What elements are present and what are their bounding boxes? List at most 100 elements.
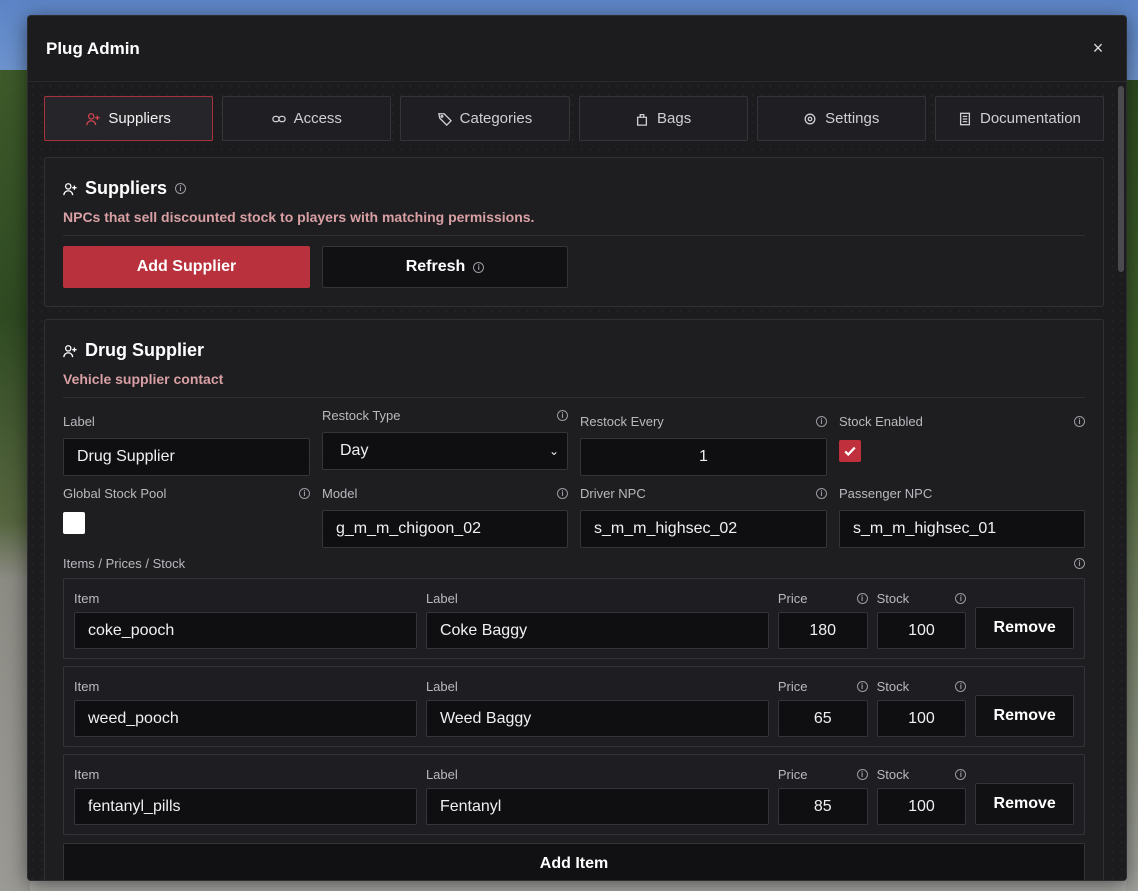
field-label: Global Stock Pool	[63, 485, 167, 501]
bag-icon	[636, 113, 648, 126]
stock-column: Stock i 100	[876, 677, 967, 738]
item-id-input[interactable]: weed_pooch	[74, 700, 417, 737]
item-id-input[interactable]: coke_pooch	[74, 612, 417, 649]
settings-icon	[804, 113, 816, 124]
stock-enabled-checkbox[interactable]	[839, 440, 861, 462]
plug-admin-modal: Plug Admin × Suppliers Access Categories…	[27, 15, 1127, 881]
remove-item-button[interactable]: Remove	[975, 607, 1075, 649]
stock-input[interactable]: 100	[876, 700, 967, 737]
field-label: Model	[322, 485, 358, 501]
stock-column: Stock i 100	[876, 765, 967, 826]
tab-bar: Suppliers Access Categories Bags Setting…	[44, 96, 1105, 141]
field-label: Price	[777, 590, 808, 606]
tab-documentation[interactable]: Documentation	[934, 96, 1105, 141]
item-column: Item coke_pooch	[74, 589, 417, 650]
remove-item-button[interactable]: Remove	[975, 695, 1075, 737]
field-label: Stock	[876, 678, 910, 694]
restock-every-input[interactable]: 1	[580, 438, 827, 476]
info-icon[interactable]: i	[557, 487, 568, 499]
tab-settings[interactable]: Settings	[756, 96, 926, 141]
background-scenery-right	[1126, 80, 1138, 891]
add-supplier-button[interactable]: Add Supplier	[63, 246, 310, 288]
divider	[63, 397, 1085, 398]
stock-enabled-field: Stock Enabled i	[839, 412, 1085, 484]
field-label: Stock	[876, 766, 910, 782]
stock-input[interactable]: 100	[876, 612, 967, 649]
stock-input[interactable]: 100	[876, 788, 967, 825]
global-stock-pool-field: Global Stock Pool i	[63, 484, 310, 556]
card-title-text: Drug Supplier	[85, 340, 205, 360]
restock-every-field: Restock Every i 1	[580, 412, 827, 484]
restock-type-field: Restock Type i Day ⌄	[322, 406, 568, 478]
link-icon	[271, 115, 286, 122]
info-icon[interactable]: i	[856, 680, 868, 692]
close-icon[interactable]: ×	[1088, 38, 1108, 59]
price-input[interactable]: 85	[777, 788, 868, 825]
label-column: Label Weed Baggy	[425, 677, 769, 738]
suppliers-description: NPCs that sell discounted stock to playe…	[63, 209, 535, 225]
label-input[interactable]: Drug Supplier	[63, 438, 310, 476]
field-label: Stock Enabled	[839, 413, 923, 429]
field-label: Stock	[876, 590, 910, 606]
item-id-input[interactable]: fentanyl_pills	[74, 788, 417, 825]
info-icon[interactable]: i	[1074, 558, 1085, 569]
items-heading: Items / Prices / Stock i	[63, 556, 1085, 571]
driver-npc-field: Driver NPC i s_m_m_highsec_02	[580, 484, 827, 556]
tab-categories[interactable]: Categories	[400, 96, 570, 141]
tab-label: Suppliers	[108, 110, 171, 127]
user-plus-icon	[63, 344, 77, 357]
label-column: Label Coke Baggy	[425, 589, 769, 650]
checkmark-icon	[844, 446, 856, 457]
info-icon[interactable]: i	[175, 183, 187, 194]
restock-type-select[interactable]: Day ⌄	[322, 432, 568, 470]
field-label: Label	[425, 766, 458, 782]
item-column: Item fentanyl_pills	[74, 765, 417, 826]
supplier-title: Drug Supplier	[63, 340, 1085, 361]
price-input[interactable]: 180	[777, 612, 868, 649]
item-label-input[interactable]: Fentanyl	[425, 788, 769, 825]
suppliers-title: Suppliers i	[63, 178, 1085, 199]
info-icon[interactable]: i	[816, 487, 827, 499]
info-icon[interactable]: i	[299, 487, 310, 499]
driver-npc-input[interactable]: s_m_m_highsec_02	[580, 510, 827, 548]
label-column: Label Fentanyl	[425, 765, 769, 826]
model-input[interactable]: g_m_m_chigoon_02	[322, 510, 568, 548]
field-label: Item	[74, 590, 100, 606]
chevron-down-icon: ⌄	[548, 444, 559, 458]
scrollbar-thumb[interactable]	[1118, 86, 1124, 272]
modal-header: Plug Admin ×	[28, 16, 1126, 82]
price-column: Price i 85	[777, 765, 868, 826]
item-label-input[interactable]: Weed Baggy	[425, 700, 769, 737]
user-plus-icon	[86, 112, 100, 125]
remove-item-button[interactable]: Remove	[975, 783, 1075, 825]
passenger-npc-input[interactable]: s_m_m_highsec_01	[839, 510, 1085, 548]
passenger-npc-field: Passenger NPC s_m_m_highsec_01	[839, 484, 1085, 556]
supplier-subtitle: Vehicle supplier contact	[63, 371, 224, 387]
suppliers-actions: Add Supplier Refresh i	[63, 246, 1085, 306]
modal-title: Plug Admin	[46, 38, 140, 58]
field-label: Driver NPC	[580, 485, 646, 501]
price-input[interactable]: 65	[777, 700, 868, 737]
info-icon[interactable]: i	[557, 409, 568, 421]
refresh-label: Refresh	[405, 258, 466, 275]
info-icon[interactable]: i	[955, 680, 967, 692]
info-icon[interactable]: i	[955, 592, 967, 604]
info-icon: i	[473, 261, 485, 273]
add-item-button[interactable]: Add Item	[63, 843, 1085, 880]
global-stock-pool-checkbox[interactable]	[63, 512, 85, 534]
info-icon[interactable]: i	[955, 768, 967, 780]
info-icon[interactable]: i	[856, 592, 868, 604]
info-icon[interactable]: i	[1074, 415, 1085, 427]
info-icon[interactable]: i	[856, 768, 868, 780]
tab-bags[interactable]: Bags	[578, 96, 748, 141]
item-label-input[interactable]: Coke Baggy	[425, 612, 769, 649]
tab-suppliers[interactable]: Suppliers	[44, 96, 214, 141]
info-icon[interactable]: i	[816, 415, 827, 427]
divider	[63, 235, 1085, 236]
supplier-fields: Label Drug Supplier Restock Type i Day ⌄ …	[63, 408, 1085, 556]
tab-access[interactable]: Access	[222, 96, 392, 141]
refresh-button[interactable]: Refresh i	[322, 246, 568, 288]
select-value: Day	[340, 442, 369, 459]
document-icon	[959, 112, 971, 125]
item-row: Item coke_pooch Label Coke Baggy Price i …	[63, 578, 1085, 659]
